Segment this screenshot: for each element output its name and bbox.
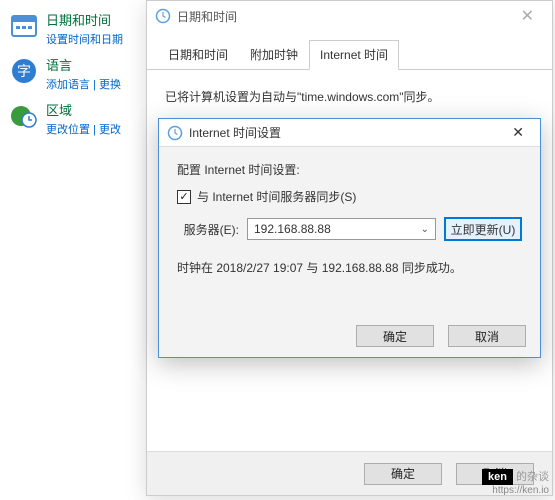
server-value: 192.168.88.88 [254, 222, 331, 236]
sidebar-item-language[interactable]: 字 语言 添加语言 | 更换 [8, 55, 143, 92]
sidebar-link[interactable]: 添加语言 | 更换 [46, 76, 121, 92]
watermark-text: 的杂谈 [513, 471, 549, 483]
titlebar[interactable]: Internet 时间设置 ✕ [159, 119, 540, 147]
ok-button[interactable]: 确定 [356, 325, 434, 347]
dialog-title: 日期和时间 [177, 8, 237, 25]
cancel-button[interactable]: 取消 [448, 325, 526, 347]
chevron-down-icon[interactable]: ⌄ [421, 224, 429, 235]
watermark-badge: ken [482, 469, 513, 485]
clock-icon [155, 8, 171, 24]
tab-internet-time[interactable]: Internet 时间 [309, 40, 399, 70]
globe-clock-icon [8, 100, 40, 132]
sidebar-title: 日期和时间 [46, 10, 123, 29]
configure-label: 配置 Internet 时间设置: [177, 161, 522, 178]
control-panel-categories: 日期和时间 设置时间和日期 字 语言 添加语言 | 更换 区域 更改位置 | 更… [8, 10, 143, 145]
language-icon: 字 [8, 55, 40, 87]
sidebar-title: 语言 [46, 55, 121, 74]
sidebar-title: 区域 [46, 100, 121, 119]
tab-additional-clocks[interactable]: 附加时钟 [239, 40, 309, 70]
sync-info-text: 已将计算机设置为自动与"time.windows.com"同步。 [165, 88, 534, 105]
checkbox-icon[interactable]: ✓ [177, 190, 191, 204]
update-now-button[interactable]: 立即更新(U) [444, 217, 522, 241]
ok-button[interactable]: 确定 [364, 463, 442, 485]
svg-text:字: 字 [17, 63, 31, 79]
server-combobox[interactable]: 192.168.88.88 ⌄ [247, 218, 436, 240]
sidebar-link[interactable]: 设置时间和日期 [46, 31, 123, 47]
server-label: 服务器(E): [177, 221, 239, 238]
calendar-icon [8, 10, 40, 42]
inner-dialog-title: Internet 时间设置 [189, 124, 281, 141]
close-icon[interactable]: ✕ [511, 2, 544, 30]
sync-checkbox-row[interactable]: ✓ 与 Internet 时间服务器同步(S) [177, 188, 522, 205]
watermark: ken 的杂谈 https://ken.io [482, 468, 549, 496]
checkbox-label: 与 Internet 时间服务器同步(S) [197, 188, 356, 205]
tab-datetime[interactable]: 日期和时间 [157, 40, 239, 70]
sync-status-text: 时钟在 2018/2/27 19:07 与 192.168.88.88 同步成功… [177, 259, 522, 276]
sidebar-item-region[interactable]: 区域 更改位置 | 更改 [8, 100, 143, 137]
internet-time-settings-dialog: Internet 时间设置 ✕ 配置 Internet 时间设置: ✓ 与 In… [158, 118, 541, 358]
titlebar[interactable]: 日期和时间 ✕ [147, 1, 552, 31]
clock-icon [167, 125, 183, 141]
sidebar-link[interactable]: 更改位置 | 更改 [46, 121, 121, 137]
tab-bar: 日期和时间 附加时钟 Internet 时间 [147, 35, 552, 70]
sidebar-item-datetime[interactable]: 日期和时间 设置时间和日期 [8, 10, 143, 47]
watermark-url: https://ken.io [482, 485, 549, 496]
tab-content: 已将计算机设置为自动与"time.windows.com"同步。 [147, 70, 552, 105]
close-icon[interactable]: ✕ [504, 122, 532, 143]
